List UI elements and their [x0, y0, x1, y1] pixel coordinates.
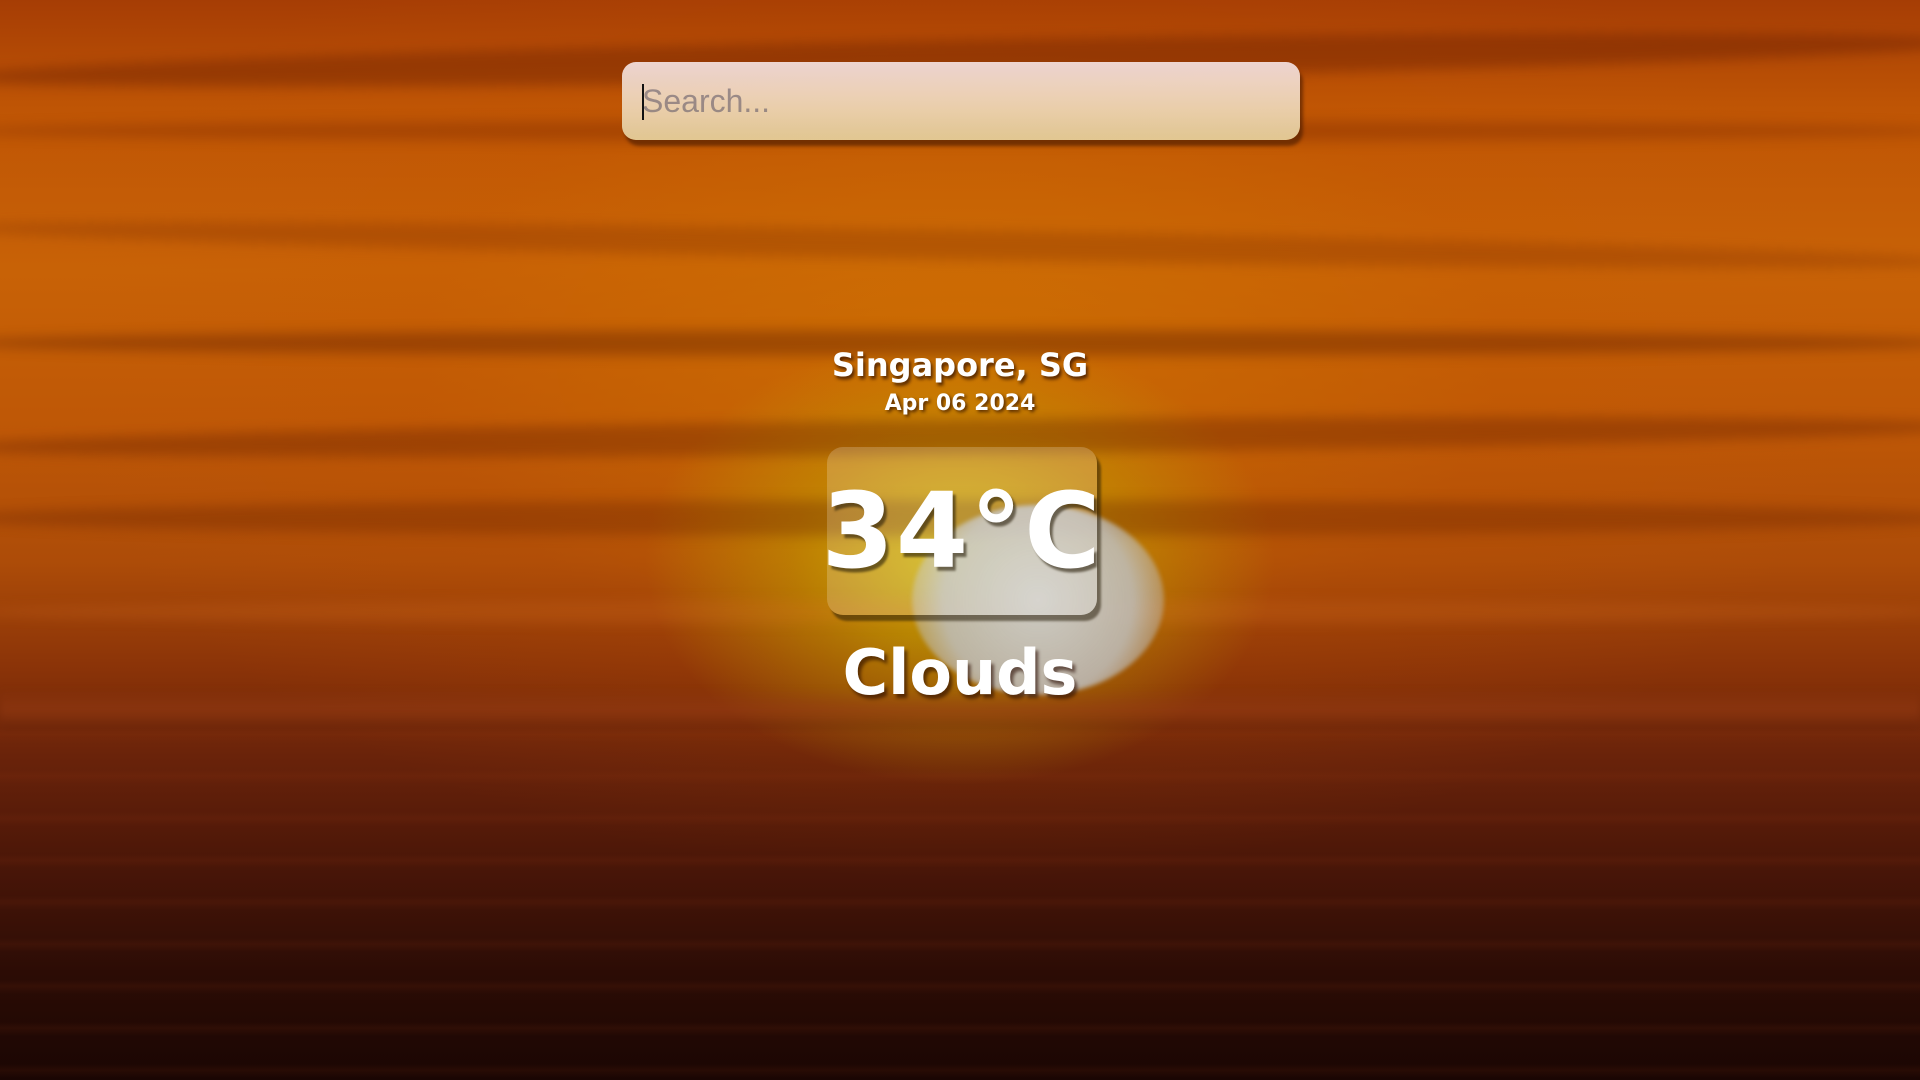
temperature-value: 34°C — [821, 470, 1103, 592]
date-label: Apr 06 2024 — [884, 391, 1036, 416]
weather-condition: Clouds — [842, 636, 1078, 709]
location-label: Singapore, SG — [831, 346, 1089, 384]
cloud-sea — [0, 700, 1920, 1080]
temperature-card: 34°C — [821, 447, 1101, 615]
text-cursor — [642, 84, 644, 120]
search-input[interactable] — [622, 62, 1300, 140]
cloud-streak — [0, 212, 1920, 278]
search-box[interactable] — [622, 62, 1300, 140]
